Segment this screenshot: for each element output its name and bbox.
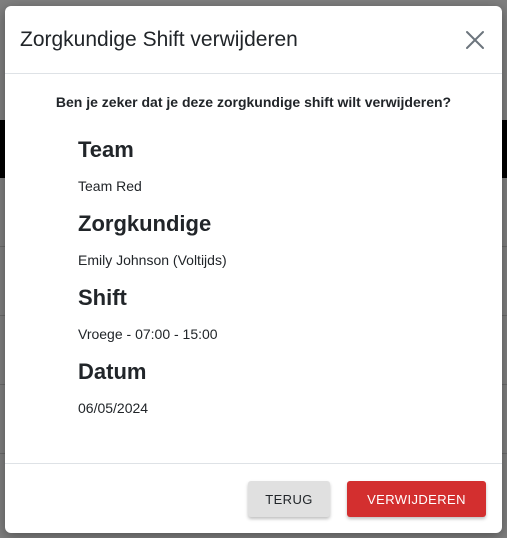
detail-date: Datum 06/05/2024 <box>78 359 502 417</box>
detail-value: Vroege - 07:00 - 15:00 <box>78 326 218 342</box>
detail-heading: Datum <box>78 359 147 384</box>
close-button[interactable] <box>462 27 488 53</box>
confirmation-question: Ben je zeker dat je deze zorgkundige shi… <box>55 94 452 110</box>
close-icon <box>466 30 484 49</box>
delete-shift-dialog: Zorgkundige Shift verwijderen Ben je zek… <box>5 6 502 533</box>
detail-heading: Zorgkundige <box>78 211 212 236</box>
detail-shift: Shift Vroege - 07:00 - 15:00 <box>78 285 502 343</box>
detail-value: Team Red <box>78 178 142 194</box>
detail-value: Emily Johnson (Voltijds) <box>78 252 227 268</box>
dialog-body: Ben je zeker dat je deze zorgkundige shi… <box>5 74 502 464</box>
detail-caregiver: Zorgkundige Emily Johnson (Voltijds) <box>78 211 502 269</box>
detail-team: Team Team Red <box>78 137 502 195</box>
dialog-title: Zorgkundige Shift verwijderen <box>20 27 298 51</box>
dialog-header: Zorgkundige Shift verwijderen <box>5 6 502 74</box>
back-button[interactable]: TERUG <box>248 481 330 517</box>
detail-heading: Shift <box>78 285 127 310</box>
delete-button[interactable]: VERWIJDEREN <box>347 481 486 517</box>
dialog-footer: TERUG VERWIJDEREN <box>5 465 502 533</box>
detail-heading: Team <box>78 137 134 162</box>
detail-value: 06/05/2024 <box>78 400 149 416</box>
